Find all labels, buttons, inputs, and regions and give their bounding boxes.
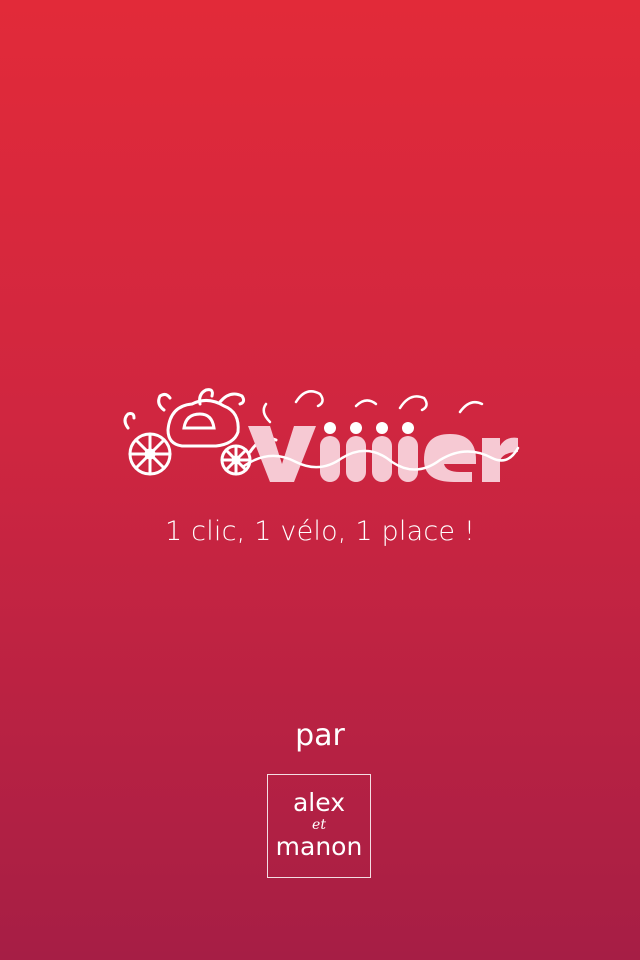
app-logo	[120, 382, 520, 492]
splash-screen: 1 clic, 1 vélo, 1 place ! par alex et ma…	[0, 0, 640, 960]
studio-logo-line2: et	[312, 817, 326, 833]
studio-logo: alex et manon	[267, 774, 371, 878]
tagline: 1 clic, 1 vélo, 1 place !	[165, 516, 475, 547]
studio-logo-line3: manon	[275, 832, 363, 861]
by-label: par	[295, 718, 345, 753]
studio-logo-line1: alex	[292, 788, 345, 817]
